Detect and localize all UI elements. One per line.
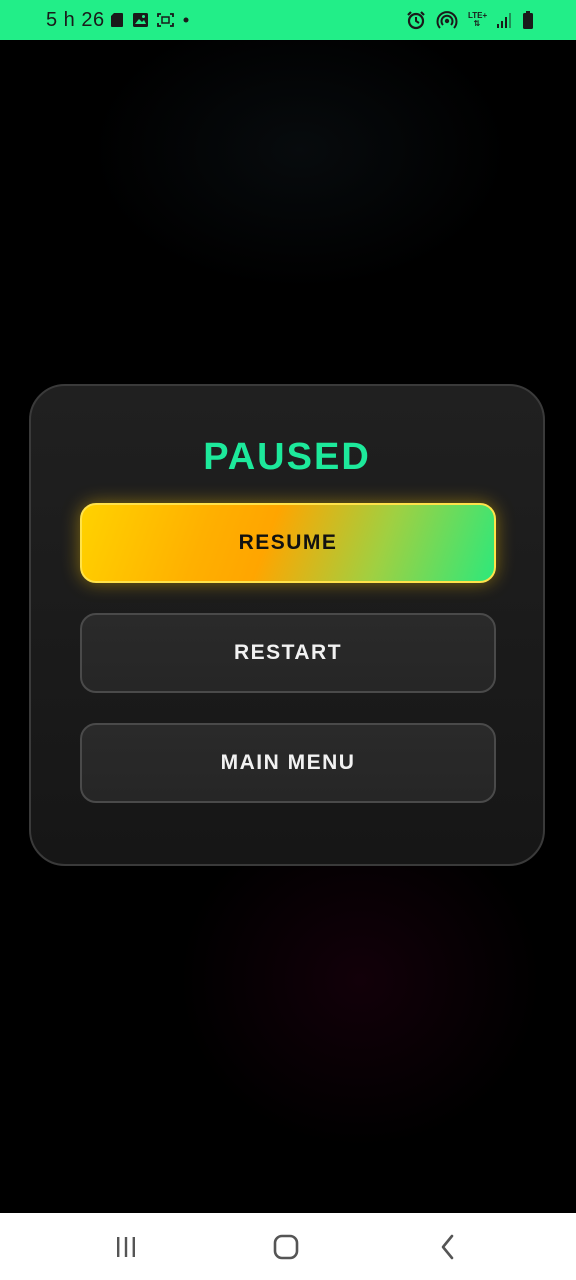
lte-label: LTE+ xyxy=(468,11,488,20)
status-right-icons: LTE+ ⇅ xyxy=(406,9,534,31)
dot-icon xyxy=(183,17,189,23)
resume-button[interactable]: RESUME xyxy=(80,503,496,583)
pause-panel: PAUSED RESUME RESTART MAIN MENU xyxy=(29,384,545,866)
game-screen: 5 h 26 LTE+ ⇅ PAUSED RESUME RESTART MAIN… xyxy=(0,0,576,1280)
recent-apps-button[interactable] xyxy=(111,1233,141,1261)
sd-card-icon xyxy=(111,13,123,27)
navigation-bar xyxy=(0,1213,576,1280)
back-button[interactable] xyxy=(433,1233,463,1261)
home-button[interactable] xyxy=(271,1233,301,1261)
main-menu-button[interactable]: MAIN MENU xyxy=(80,723,496,803)
home-icon xyxy=(273,1234,299,1260)
recent-apps-icon xyxy=(117,1237,135,1257)
resume-button-label: RESUME xyxy=(238,531,338,554)
restart-button-label: RESTART xyxy=(233,641,343,664)
alarm-icon xyxy=(407,11,425,30)
main-menu-button-label: MAIN MENU xyxy=(220,751,356,774)
status-bar: 5 h 26 LTE+ ⇅ xyxy=(0,0,576,40)
lte-icon: LTE+ ⇅ xyxy=(468,11,488,28)
signal-icon xyxy=(497,13,511,28)
restart-button[interactable]: RESTART xyxy=(80,613,496,693)
hotspot-icon xyxy=(436,11,458,29)
status-time: 5 h 26 xyxy=(46,9,105,31)
back-icon xyxy=(441,1234,454,1260)
image-icon xyxy=(133,13,148,27)
status-left-icons xyxy=(110,10,190,30)
screenshot-icon xyxy=(157,13,174,27)
pause-title: PAUSED xyxy=(203,436,371,478)
battery-icon xyxy=(523,11,533,29)
